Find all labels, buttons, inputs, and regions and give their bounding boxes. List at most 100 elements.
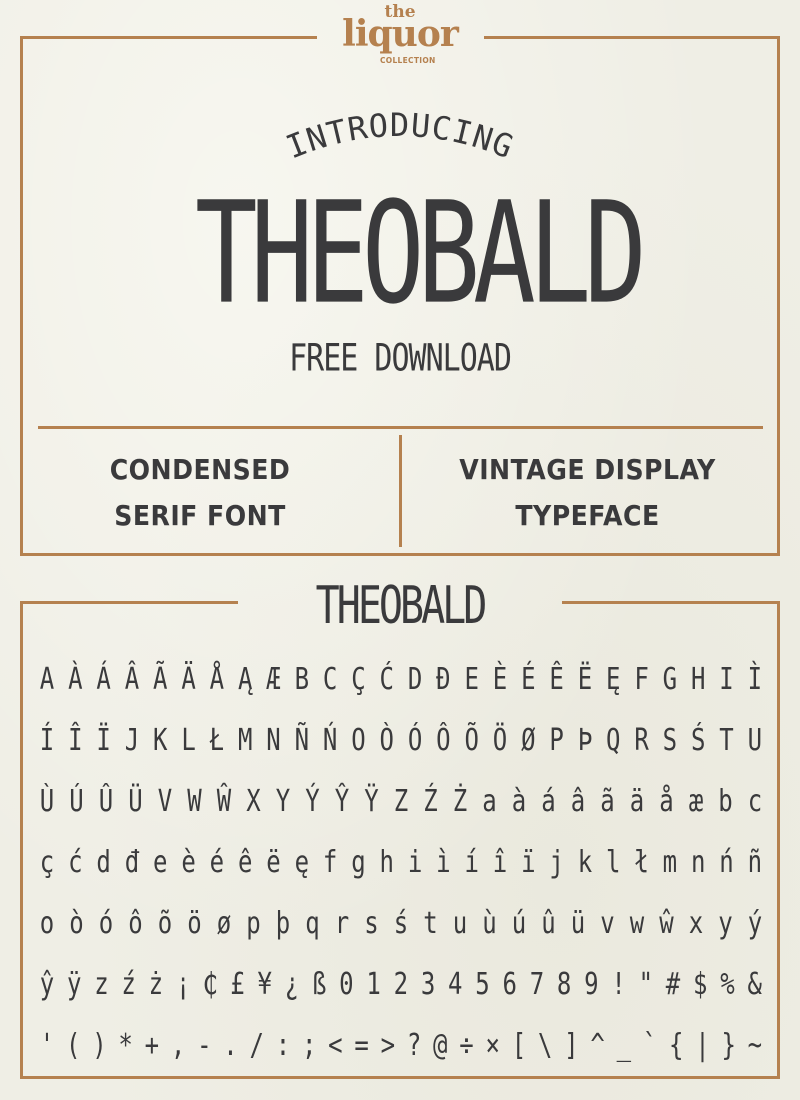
glyph: X [246,783,261,818]
glyph: Ñ [294,722,310,757]
glyph: Ŵ [216,783,232,818]
glyph: × [485,1027,500,1062]
glyph: Î [68,722,83,757]
glyph: z [94,966,109,1001]
glyph: v [600,905,615,940]
glyph: Å [209,661,225,696]
glyph: É [521,661,536,696]
glyph: > [380,1027,396,1062]
glyph: S [662,722,678,757]
glyph: ù [482,905,497,940]
glyph: Æ [266,661,281,696]
top-frame-bottom [20,553,780,556]
feature-right-line-2: TYPEFACE [515,499,660,532]
glyph: æ [688,783,704,818]
glyph: ? [406,1027,422,1062]
glyph: Đ [436,661,451,696]
glyph: l [606,844,621,879]
glyph: ë [266,844,281,879]
glyph-row: AÀÁÂÃÄÅĄÆBCÇĆDĐEÈÉÊËĘFGHIÌ [36,648,766,709]
charmap-frame-top-left [20,601,238,604]
glyph: L [181,722,196,757]
glyph: ł [634,844,649,879]
glyph: õ [157,905,173,940]
glyph: g [351,844,366,879]
glyph: j [549,844,564,879]
glyph: d [96,844,111,879]
glyph: Ł [209,722,225,757]
glyph: k [577,844,593,879]
glyph: Ą [237,661,253,696]
glyph: K [153,722,168,757]
charmap-title: THEOBALD [315,576,488,636]
glyph: ö [187,905,202,940]
glyph: Ù [39,783,55,818]
glyph-row: oòóôõöøpþqrsśtuùúûüvwŵxyý [36,892,766,953]
glyph: Ż [452,783,468,818]
charmap-frame-bottom [20,1076,780,1079]
glyph: h [379,844,394,879]
glyph: p [246,905,261,940]
glyph: _ [616,1027,632,1062]
glyph: â [570,783,586,818]
glyph: B [294,661,310,696]
glyph: J [124,722,140,757]
glyph: Ć [379,661,394,696]
glyph: } [721,1027,736,1062]
glyph: u [452,905,468,940]
glyph: @ [433,1027,448,1062]
glyph: & [747,966,762,1001]
feature-left-line-2: SERIF FONT [114,499,286,532]
glyph: Ò [379,722,394,757]
glyph: ø [216,905,232,940]
glyph: À [68,661,83,696]
glyph: í [464,844,479,879]
glyph: M [237,722,253,757]
glyph: Q [606,722,621,757]
glyph: Ê [549,661,564,696]
glyph: Ÿ [364,783,379,818]
glyph: A [39,661,55,696]
glyph: D [407,661,423,696]
glyph: 3 [420,966,436,1001]
charmap-frame-left [20,601,23,1079]
glyph: Ü [128,783,143,818]
glyph: Z [393,783,409,818]
glyph: ~ [747,1027,763,1062]
glyph: ń [719,844,734,879]
glyph: { [669,1027,684,1062]
glyph: ú [511,905,527,940]
glyph: Ø [521,722,536,757]
top-frame-right [777,36,780,556]
feature-right-line-1: VINTAGE DISPLAY [459,453,716,486]
charmap-frame-right [777,601,780,1079]
glyph: þ [275,905,291,940]
glyph: m [662,844,678,879]
logo-liquor: liquor [342,13,459,55]
glyph: a [482,783,497,818]
glyph: | [695,1027,710,1062]
feature-left-line-1: CONDENSED [109,453,291,486]
glyph: ü [570,905,586,940]
glyph: ¡ [175,966,191,1001]
glyph-row: ' () * +, -. /:; < = >? @ ÷ × [\] ^ _ ` {|} ~ [36,1014,766,1075]
glyph: Ś [690,722,706,757]
glyph: e [153,844,168,879]
glyph: U [747,722,763,757]
glyph: Ź [423,783,438,818]
glyph: N [266,722,281,757]
glyph: ÿ [66,966,82,1001]
glyph: Á [96,661,111,696]
glyph: , [170,1027,186,1062]
glyph: W [187,783,202,818]
glyph: 7 [529,966,545,1001]
glyph: F [634,661,649,696]
feature-left: CONDENSED SERIF FONT [40,447,360,539]
glyph: û [541,905,556,940]
glyph: s [364,905,379,940]
top-frame-top-left [20,36,317,39]
glyph: ì [436,844,451,879]
glyph: 5 [475,966,490,1001]
glyph: C [322,661,338,696]
glyph: H [690,661,706,696]
